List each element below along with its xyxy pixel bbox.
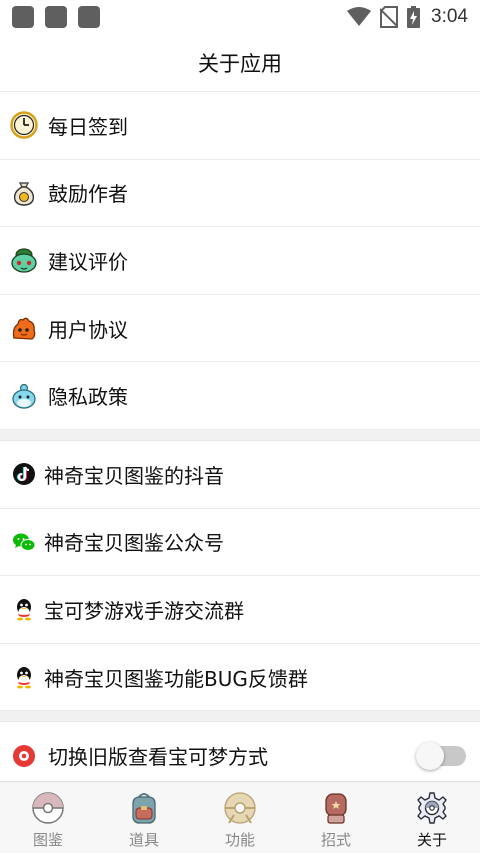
tiktok-icon [12, 462, 36, 486]
bottom-tab-bar: 图鉴 道具 功能 招式 关于 [0, 781, 480, 853]
tab-items[interactable]: 道具 [96, 782, 192, 853]
status-time: 3:04 [431, 6, 468, 27]
section-divider [0, 711, 480, 723]
section-divider [0, 429, 480, 441]
legacy-view-toggle[interactable] [416, 741, 466, 770]
item-label: 神奇宝贝图鉴公众号 [44, 531, 224, 556]
notification-square-icon [12, 6, 34, 28]
bulbasaur-icon [10, 246, 38, 274]
pokeball-icon [10, 742, 38, 770]
qq-icon [12, 665, 36, 689]
item-label: 每日签到 [48, 114, 128, 139]
item-label: 切换旧版查看宝可梦方式 [48, 745, 268, 770]
toggle-knob [416, 741, 444, 770]
item-label: 用户协议 [48, 317, 128, 342]
no-sim-icon [380, 6, 399, 28]
wifi-icon [347, 7, 372, 26]
item-label: 建议评价 [48, 249, 128, 274]
tab-label: 图鉴 [32, 831, 63, 849]
pokeball-icon [31, 791, 65, 825]
notification-square-icon [78, 6, 100, 28]
privacy-policy-item[interactable]: 隐私政策 [0, 362, 480, 430]
item-label: 宝可梦游戏手游交流群 [44, 598, 244, 623]
bug-feedback-group-item[interactable]: 神奇宝贝图鉴功能BUG反馈群 [0, 643, 480, 712]
wechat-icon [12, 530, 36, 554]
item-label: 神奇宝贝图鉴功能BUG反馈群 [44, 666, 308, 691]
legacy-view-setting-item[interactable]: 切换旧版查看宝可梦方式 [0, 722, 480, 790]
page-title: 关于应用 [198, 51, 282, 76]
qq-icon [12, 597, 36, 621]
clock-icon [10, 111, 38, 140]
boxing-glove-icon [319, 791, 353, 825]
item-label: 神奇宝贝图鉴的抖音 [44, 463, 224, 488]
feedback-item[interactable]: 建议评价 [0, 227, 480, 295]
gear-pokeball-icon [223, 791, 257, 825]
user-agreement-item[interactable]: 用户协议 [0, 294, 480, 363]
wechat-item[interactable]: 神奇宝贝图鉴公众号 [0, 508, 480, 577]
notification-square-icon [45, 6, 67, 28]
tab-label: 功能 [224, 831, 255, 849]
slugma-icon [10, 314, 38, 342]
settings-gear-icon [415, 791, 449, 825]
item-label: 隐私政策 [48, 385, 128, 410]
tab-about[interactable]: 关于 [384, 782, 480, 853]
backpack-icon [127, 791, 161, 825]
tab-functions[interactable]: 功能 [192, 782, 288, 853]
tab-label: 招式 [320, 831, 351, 849]
tab-pokedex[interactable]: 图鉴 [0, 782, 96, 853]
support-author-item[interactable]: 鼓励作者 [0, 159, 480, 228]
item-label: 鼓励作者 [48, 182, 128, 207]
money-bag-icon [10, 179, 38, 207]
title-bar: 关于应用 [0, 34, 480, 92]
douyin-item[interactable]: 神奇宝贝图鉴的抖音 [0, 440, 480, 509]
tab-label: 道具 [128, 831, 159, 849]
settings-list: 每日签到 鼓励作者 建议评价 用户协议 隐私政策 神奇宝贝图鉴的抖音 神奇宝贝图… [0, 92, 480, 790]
status-bar: 3:04 [0, 0, 480, 34]
battery-charging-icon [407, 6, 421, 28]
game-group-item[interactable]: 宝可梦游戏手游交流群 [0, 576, 480, 644]
tab-label: 关于 [416, 831, 447, 849]
spheal-icon [10, 382, 38, 410]
tab-moves[interactable]: 招式 [288, 782, 384, 853]
daily-checkin-item[interactable]: 每日签到 [0, 92, 480, 160]
